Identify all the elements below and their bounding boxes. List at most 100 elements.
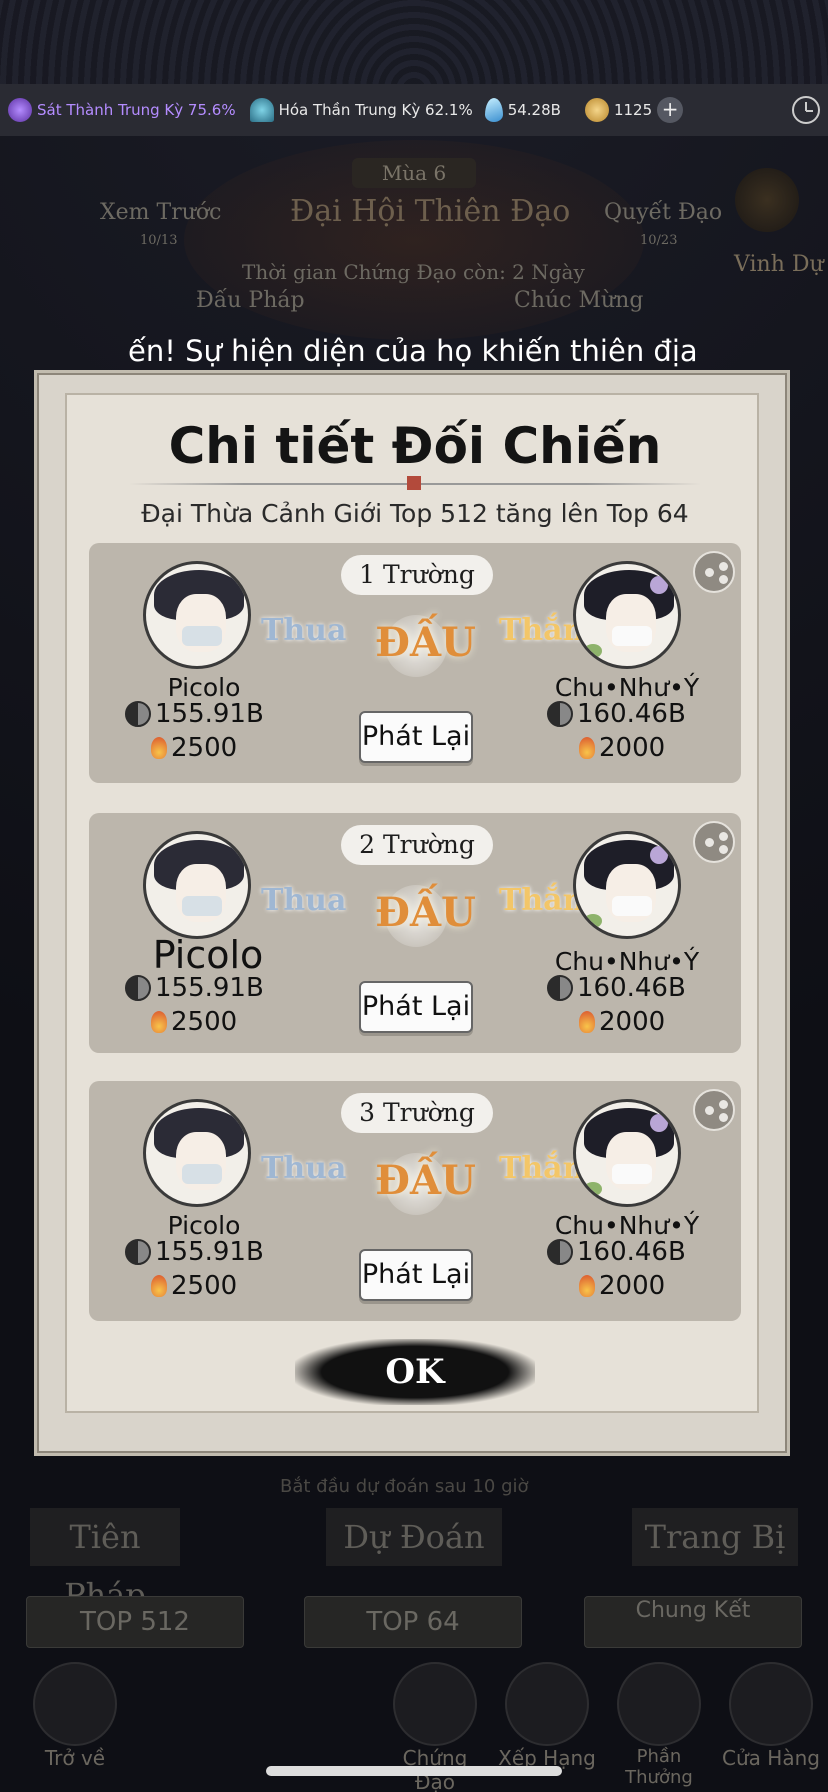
match-card: 2 Trường Thua ĐẤU Thắng Picolo 155.91B 2… <box>89 813 741 1053</box>
left-player-name: Picolo <box>167 673 241 702</box>
spirit-stone-value: 54.28B <box>507 101 561 119</box>
round-label: 3 Trường <box>341 1093 493 1133</box>
top-64-button[interactable]: TOP 64 <box>304 1596 522 1648</box>
shop-icon <box>729 1662 813 1746</box>
clock-icon[interactable] <box>792 96 820 124</box>
realm-status-1[interactable]: Sát Thành Trung Kỳ 75.6% <box>8 98 236 122</box>
left-player-avatar[interactable] <box>143 1099 251 1207</box>
honor-icon[interactable] <box>735 168 799 232</box>
round-label: 2 Trường <box>341 825 493 865</box>
right-player-avatar[interactable] <box>573 561 681 669</box>
match-card: 3 Trường Thua ĐẤU Thắng Picolo 155.91B 2… <box>89 1081 741 1321</box>
nav-cua-hang-label: Cửa Hàng <box>722 1746 820 1770</box>
decide-tab[interactable]: Quyết Đạo <box>604 200 722 225</box>
reward-chest-icon <box>617 1662 701 1746</box>
preview-date: 10/13 <box>140 233 178 248</box>
duel-tab[interactable]: Đấu Pháp <box>196 288 305 313</box>
right-score-value: 2000 <box>599 733 666 763</box>
home-indicator[interactable] <box>266 1766 562 1776</box>
ranking-icon <box>505 1662 589 1746</box>
right-player-power: 160.46B <box>547 699 686 729</box>
right-power-value: 160.46B <box>577 699 686 729</box>
round-label: 1 Trường <box>341 555 493 595</box>
left-player-name: Picolo <box>152 933 264 977</box>
dialog-subtitle: Đại Thừa Cảnh Giới Top 512 tăng lên Top … <box>141 499 689 528</box>
right-player-power: 160.46B <box>547 1237 686 1267</box>
congrats-tab[interactable]: Chúc Mừng <box>514 288 643 313</box>
announcement-marquee: ến! Sự hiện diện của họ khiến thiên địa <box>128 334 698 368</box>
right-power-value: 160.46B <box>577 973 686 1003</box>
replay-button[interactable]: Phát Lại <box>359 711 473 763</box>
yin-yang-icon <box>547 975 573 1001</box>
coin-value: 1125 <box>613 101 653 119</box>
right-player-avatar[interactable] <box>573 1099 681 1207</box>
left-result: Thua <box>261 883 347 918</box>
fire-icon <box>151 1275 167 1297</box>
spirit-stone-counter[interactable]: 54.28B <box>484 98 561 122</box>
yin-yang-icon <box>125 1239 151 1265</box>
top-512-button[interactable]: TOP 512 <box>26 1596 244 1648</box>
left-power-value: 155.91B <box>155 1237 264 1267</box>
left-result: Thua <box>261 1151 347 1186</box>
ok-button[interactable]: OK <box>295 1339 535 1405</box>
fire-icon <box>579 737 595 759</box>
fire-icon <box>579 1275 595 1297</box>
replay-button[interactable]: Phát Lại <box>359 981 473 1033</box>
battle-detail-dialog: Chi tiết Đối Chiến Đại Thừa Cảnh Giới To… <box>34 370 790 1456</box>
yin-yang-icon <box>125 975 151 1001</box>
preview-tab[interactable]: Xem Trước <box>100 200 221 225</box>
final-button[interactable]: Chung Kết <box>584 1596 802 1648</box>
left-score-value: 2500 <box>171 1007 238 1037</box>
realm-2-label: Hóa Thần Trung Kỳ 62.1% <box>278 101 473 119</box>
right-player-name: Chu•Như•Ý <box>554 673 700 702</box>
status-bar: Sát Thành Trung Kỳ 75.6% Hóa Thần Trung … <box>0 84 828 136</box>
left-power-value: 155.91B <box>155 699 264 729</box>
share-icon[interactable] <box>693 821 735 863</box>
nav-xep-hang[interactable]: Xếp Hạng <box>492 1662 602 1770</box>
left-player-name: Picolo <box>167 1211 241 1240</box>
right-player-name: Chu•Như•Ý <box>554 1211 700 1240</box>
nav-chung-dao[interactable]: Chứng Đạo <box>380 1662 490 1792</box>
share-icon[interactable] <box>693 551 735 593</box>
nav-phan-thuong-label: Phần Thưởng <box>625 1746 693 1788</box>
tab-tien-phap[interactable]: Tiên Pháp <box>30 1508 180 1614</box>
vs-label: ĐẤU <box>375 889 476 936</box>
fire-icon <box>579 1011 595 1033</box>
dialog-title: Chi tiết Đối Chiến <box>168 417 662 475</box>
fire-icon <box>151 737 167 759</box>
realm-status-2[interactable]: Hóa Thần Trung Kỳ 62.1% <box>249 98 473 122</box>
event-title: Đại Hội Thiên Đạo <box>290 194 571 229</box>
wave-pattern <box>0 0 828 90</box>
realm-1-label: Sát Thành Trung Kỳ 75.6% <box>37 101 236 119</box>
right-player-avatar[interactable] <box>573 831 681 939</box>
tab-du-doan[interactable]: Dự Đoán <box>326 1508 502 1566</box>
nav-cua-hang[interactable]: Cửa Hàng <box>716 1662 826 1770</box>
swords-icon <box>393 1662 477 1746</box>
honor-label: Vinh Dự <box>734 252 824 277</box>
back-button[interactable]: Trở về <box>20 1662 130 1770</box>
left-player-power: 155.91B <box>125 1237 264 1267</box>
left-player-score: 2500 <box>151 1007 237 1037</box>
replay-button[interactable]: Phát Lại <box>359 1249 473 1301</box>
vs-label: ĐẤU <box>375 1157 476 1204</box>
coin-icon <box>584 98 609 122</box>
nav-phan-thuong[interactable]: Phần Thưởng <box>604 1662 714 1788</box>
add-coin-button[interactable]: + <box>657 97 684 123</box>
seal-icon <box>407 476 421 490</box>
left-player-avatar[interactable] <box>143 831 251 939</box>
right-player-score: 2000 <box>579 1007 665 1037</box>
left-player-power: 155.91B <box>125 699 264 729</box>
left-player-power: 155.91B <box>125 973 264 1003</box>
right-player-name: Chu•Như•Ý <box>554 947 700 976</box>
back-arrow-icon <box>33 1662 117 1746</box>
left-score-value: 2500 <box>171 733 238 763</box>
right-player-score: 2000 <box>579 1271 665 1301</box>
left-player-score: 2500 <box>151 1271 237 1301</box>
coin-counter[interactable]: 1125 + <box>584 97 684 123</box>
tab-trang-bi[interactable]: Trang Bị <box>632 1508 798 1566</box>
share-icon[interactable] <box>693 1089 735 1131</box>
fan-icon <box>249 98 274 122</box>
left-power-value: 155.91B <box>155 973 264 1003</box>
right-power-value: 160.46B <box>577 1237 686 1267</box>
left-player-avatar[interactable] <box>143 561 251 669</box>
